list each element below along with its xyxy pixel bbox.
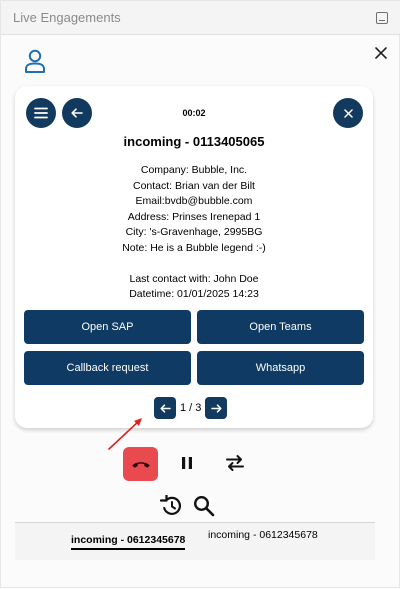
hamburger-icon xyxy=(34,107,48,119)
close-call-button[interactable] xyxy=(333,98,363,128)
annotation-arrow xyxy=(108,418,142,450)
pager-next-button[interactable] xyxy=(205,397,228,419)
open-sap-button[interactable]: Open SAP xyxy=(24,310,191,344)
call-title: incoming - 0113405065 xyxy=(123,134,265,149)
user-icon[interactable] xyxy=(24,49,46,73)
detail-note: Note: He is a Bubble legend :-) xyxy=(122,241,266,254)
minimize-icon[interactable] xyxy=(376,12,388,24)
arrow-right-icon xyxy=(211,403,222,413)
transfer-icon[interactable] xyxy=(225,453,245,473)
hangup-button[interactable] xyxy=(123,447,158,481)
tab-engagement-1[interactable]: incoming - 0612345678 xyxy=(71,534,186,550)
detail-contact: Contact: Brian van der Bilt xyxy=(133,179,255,192)
phone-hangup-icon xyxy=(131,462,150,468)
detail-city: City: 's-Gravenhage, 2995BG xyxy=(125,226,263,238)
pager-label: 1 / 3 xyxy=(180,402,202,414)
engagement-tabs: incoming - 0612345678 incoming - 0612345… xyxy=(15,522,375,560)
search-icon[interactable] xyxy=(193,495,215,517)
detail-last-contact: Last contact with: John Doe xyxy=(129,272,259,285)
close-icon[interactable] xyxy=(374,46,388,60)
live-engagements-panel: Live Engagements 00:02 incoming - 011340… xyxy=(0,0,400,588)
panel-header: Live Engagements xyxy=(1,1,400,35)
whatsapp-button[interactable]: Whatsapp xyxy=(197,351,364,385)
history-icon[interactable] xyxy=(160,495,184,517)
pager: 1 / 3 xyxy=(154,397,228,419)
arrow-left-icon xyxy=(71,108,83,118)
back-button[interactable] xyxy=(62,98,92,128)
detail-address: Address: Prinses Irenepad 1 xyxy=(127,210,261,223)
detail-email: Email:bvdb@bubble.com xyxy=(135,195,253,207)
pause-icon[interactable] xyxy=(180,455,194,471)
tab-engagement-2[interactable]: incoming - 0612345678 xyxy=(208,529,318,541)
menu-button[interactable] xyxy=(26,98,56,128)
pager-prev-button[interactable] xyxy=(154,397,176,419)
detail-spacer xyxy=(15,256,373,272)
detail-datetime: Datetime: 01/01/2025 14:23 xyxy=(129,288,259,300)
callback-request-button[interactable]: Callback request xyxy=(24,351,191,385)
call-timer: 00:02 xyxy=(182,108,206,118)
call-card: 00:02 incoming - 0113405065 Company: Bub… xyxy=(15,86,373,428)
detail-company: Company: Bubble, Inc. xyxy=(140,164,248,176)
panel-title: Live Engagements xyxy=(13,10,121,25)
close-icon xyxy=(343,108,353,118)
open-teams-button[interactable]: Open Teams xyxy=(197,310,364,344)
caller-details: Company: Bubble, Inc. Contact: Brian van… xyxy=(15,163,373,303)
arrow-left-icon xyxy=(159,403,171,413)
